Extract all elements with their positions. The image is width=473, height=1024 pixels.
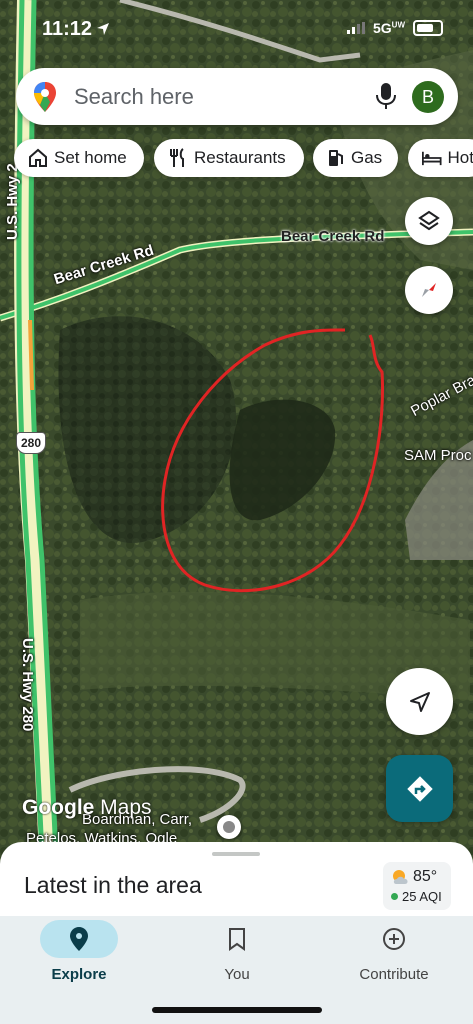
network-label: 5G <box>372 20 392 36</box>
bed-icon <box>422 151 442 166</box>
google-maps-pin-icon <box>34 82 56 112</box>
sheet-title: Latest in the area <box>24 872 202 898</box>
nav-you-icon-wrap <box>198 920 276 958</box>
nav-explore-icon-wrap <box>40 920 118 958</box>
google-logo-text: Google <box>22 796 95 819</box>
location-marker-icon[interactable] <box>217 815 241 839</box>
pin-icon <box>70 927 88 951</box>
chip-label: Gas <box>351 148 383 167</box>
road-label-bear-creek-east: Bear Creek Rd <box>281 228 385 245</box>
avatar[interactable]: B <box>412 81 444 113</box>
chip-hotels[interactable]: Hot <box>408 139 473 177</box>
directions-button[interactable] <box>386 755 453 822</box>
sheet-drag-handle[interactable] <box>212 852 260 856</box>
nav-contribute-icon-wrap <box>355 920 433 958</box>
fork-knife-icon <box>170 148 184 167</box>
chip-label: Hot <box>447 148 473 167</box>
nav-you[interactable]: You <box>158 920 316 983</box>
status-indicators: 5GUW <box>346 20 443 36</box>
highway-shield: 280 <box>16 432 46 454</box>
layers-button[interactable] <box>405 197 453 245</box>
location-arrow-icon <box>97 23 109 35</box>
partly-sunny-icon <box>393 870 408 884</box>
chip-label: Restaurants <box>194 148 286 167</box>
bookmark-icon <box>229 928 245 951</box>
battery-icon <box>413 20 443 36</box>
google-maps-logo: Google Maps <box>22 796 152 820</box>
network-badge: UW <box>391 20 405 30</box>
nav-contribute[interactable]: Contribute <box>315 920 473 983</box>
signal-icon <box>346 22 365 34</box>
network-type: 5GUW <box>373 20 405 36</box>
weather-aqi: 25 AQI <box>402 889 442 904</box>
status-time: 11:12 <box>42 18 93 40</box>
nav-explore[interactable]: Explore <box>0 920 158 983</box>
chip-gas[interactable]: Gas <box>313 139 398 177</box>
plus-circle-icon <box>383 928 405 950</box>
chip-set-home[interactable]: Set home <box>14 139 144 177</box>
chip-restaurants[interactable]: Restaurants <box>154 139 304 177</box>
nav-label: Contribute <box>359 966 429 983</box>
home-indicator <box>152 1007 322 1013</box>
nav-label: You <box>224 966 250 983</box>
compass-icon <box>422 283 436 297</box>
weather-widget[interactable]: 85° 25 AQI <box>383 862 451 910</box>
gas-pump-icon <box>329 150 343 166</box>
road-label-highway-south: U.S. Hwy 280 <box>19 638 36 732</box>
road-label-highway-north: U.S. Hwy 2 <box>4 163 21 240</box>
navigation-arrow-icon <box>409 691 430 712</box>
aqi-indicator <box>391 893 398 900</box>
weather-temp: 85° <box>413 868 438 885</box>
search-bar[interactable]: Search here B <box>16 68 458 125</box>
microphone-icon[interactable] <box>374 82 398 110</box>
search-input[interactable]: Search here <box>74 84 194 110</box>
chip-label: Set home <box>54 148 127 167</box>
directions-icon <box>406 775 433 802</box>
place-label-sam: SAM Proc <box>404 447 472 464</box>
nav-label: Explore <box>51 966 107 983</box>
compass-button[interactable] <box>405 266 453 314</box>
maps-logo-text: Maps <box>94 796 152 819</box>
layers-icon <box>418 210 440 231</box>
status-bar: 11:12 5GUW <box>0 0 473 60</box>
home-icon <box>29 148 47 167</box>
my-location-button[interactable] <box>386 668 453 735</box>
